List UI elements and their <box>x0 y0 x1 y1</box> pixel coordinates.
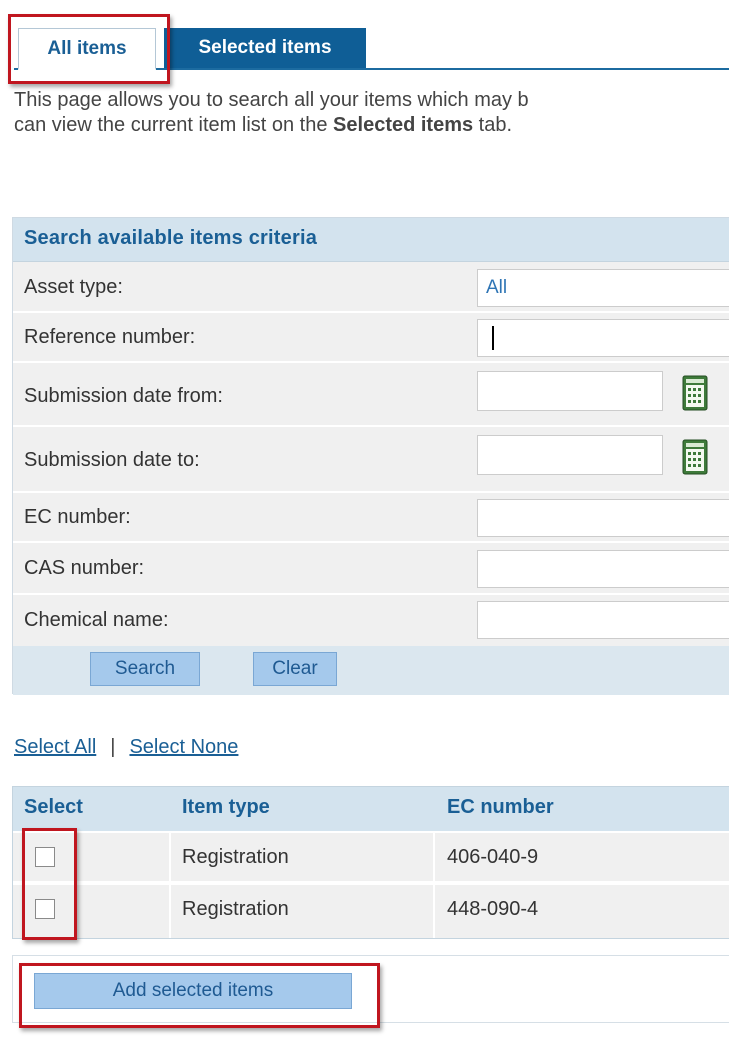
chemical-name-input[interactable] <box>477 601 729 639</box>
submission-from-label: Submission date from: <box>24 385 223 407</box>
calendar-icon[interactable] <box>682 439 708 475</box>
table-row: Registration 448-090-4 <box>13 883 729 938</box>
tab-selected-items[interactable]: Selected items <box>164 28 366 68</box>
ec-number-input[interactable] <box>477 499 729 537</box>
reference-number-label: Reference number: <box>24 326 196 348</box>
highlight-box-add-button <box>19 963 380 1028</box>
ec-number-label: EC number: <box>24 506 131 528</box>
cas-number-row: CAS number: <box>13 543 729 595</box>
clear-button[interactable]: Clear <box>253 652 337 686</box>
item-type-cell: Registration <box>182 846 289 868</box>
asset-type-label: Asset type: <box>24 276 123 298</box>
highlight-box-checkboxes <box>22 828 77 940</box>
column-header-ec-number: EC number <box>447 796 554 818</box>
asset-type-value: All <box>486 277 508 298</box>
column-header-select: Select <box>24 796 83 818</box>
search-criteria-panel: Search available items criteria Asset ty… <box>12 217 729 695</box>
select-none-link[interactable]: Select None <box>129 736 238 758</box>
search-button[interactable]: Search <box>90 652 200 686</box>
highlight-box-tab <box>8 14 170 84</box>
ec-number-row: EC number: <box>13 493 729 543</box>
column-header-item-type: Item type <box>182 796 270 818</box>
column-divider <box>433 833 435 881</box>
chemical-name-label: Chemical name: <box>24 609 169 631</box>
submission-from-row: Submission date from: <box>13 363 729 427</box>
submission-from-input[interactable] <box>477 371 663 411</box>
select-all-link[interactable]: Select All <box>14 736 96 758</box>
table-row: Registration 406-040-9 <box>13 831 729 881</box>
results-table: Select Item type EC number Registration … <box>12 786 729 939</box>
column-divider <box>433 885 435 938</box>
intro-selected-items-ref: Selected items <box>333 114 474 136</box>
search-panel-header: Search available items criteria <box>13 218 729 262</box>
search-panel-title: Search available items criteria <box>24 227 318 249</box>
column-divider <box>169 885 171 938</box>
asset-type-row: Asset type: All <box>13 262 729 313</box>
submission-to-label: Submission date to: <box>24 449 200 471</box>
search-button-bar: Search Clear <box>13 646 729 695</box>
asset-type-select[interactable]: All <box>477 269 729 307</box>
intro-line-2: can view the current item list on the Se… <box>14 113 729 138</box>
intro-line-1: This page allows you to search all your … <box>14 89 529 111</box>
selection-links: Select All | Select None <box>14 736 238 759</box>
ec-number-cell: 448-090-4 <box>447 898 539 920</box>
intro-line-2-suffix: tab. <box>473 114 513 136</box>
link-separator: | <box>110 736 116 758</box>
submission-to-row: Submission date to: <box>13 427 729 493</box>
item-type-cell: Registration <box>182 898 289 920</box>
column-divider <box>169 833 171 881</box>
intro-text: This page allows you to search all your … <box>14 88 729 138</box>
text-cursor <box>492 326 494 350</box>
cas-number-input[interactable] <box>477 550 729 588</box>
ec-number-cell: 406-040-9 <box>447 846 539 868</box>
intro-line-2-prefix: can view the current item list on the <box>14 114 334 136</box>
reference-number-input[interactable] <box>477 319 729 357</box>
cas-number-label: CAS number: <box>24 557 145 579</box>
submission-to-input[interactable] <box>477 435 663 475</box>
table-header: Select Item type EC number <box>13 787 729 831</box>
calendar-icon[interactable] <box>682 375 708 411</box>
reference-number-row: Reference number: <box>13 313 729 363</box>
chemical-name-row: Chemical name: <box>13 595 729 646</box>
